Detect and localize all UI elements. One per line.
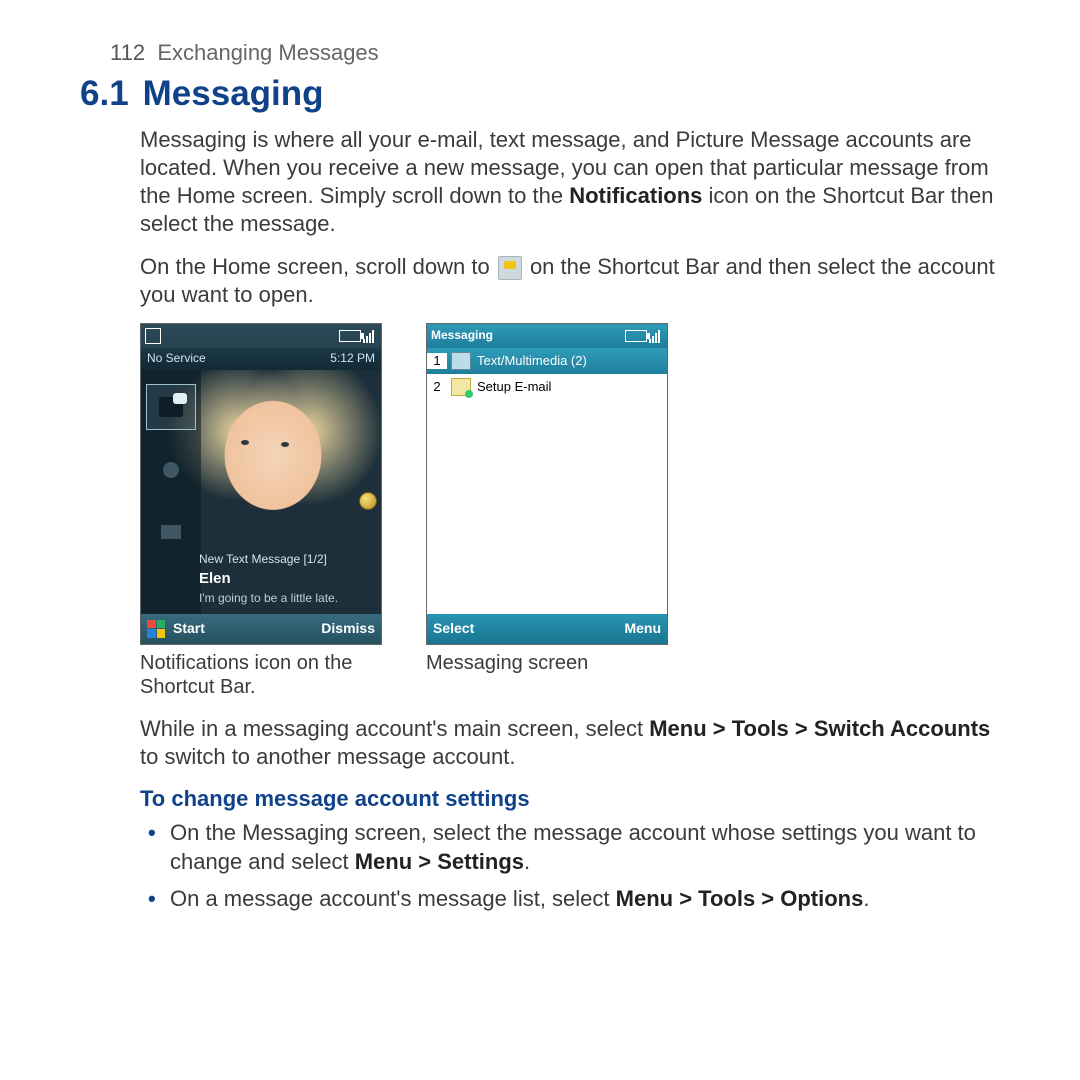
notification-preview: New Text Message [1/2] Elen I'm going to… (199, 552, 377, 606)
battery-icon (339, 330, 361, 342)
device-icon (145, 328, 161, 344)
phone1-statusbar: No Service 5:12 PM (141, 348, 381, 370)
text-message-icon (451, 352, 471, 370)
figure2-caption: Messaging screen (426, 651, 676, 675)
row-label: Text/Multimedia (2) (475, 353, 667, 370)
softkey-select[interactable]: Select (433, 620, 547, 638)
row-index: 1 (427, 353, 447, 370)
page-number: 112 (110, 40, 145, 65)
figure1-caption: Notifications icon on the Shortcut Bar. (140, 651, 390, 699)
phone2-titlebar: Messaging (427, 324, 667, 348)
notification-sender: Elen (199, 569, 377, 588)
phone2-softkeys: Select Menu (427, 614, 667, 644)
shortcut-bar (141, 370, 201, 614)
screen-title: Messaging (431, 328, 493, 343)
section-title: Messaging (143, 74, 324, 113)
notifications-icon[interactable] (146, 384, 196, 430)
paragraph-3: While in a messaging account's main scre… (140, 715, 1000, 771)
softkey-start[interactable]: Start (173, 620, 274, 638)
signal-icon (649, 329, 663, 343)
softkey-dismiss[interactable]: Dismiss (274, 620, 375, 638)
section-heading: 6.1 Messaging (80, 74, 1000, 114)
email-setup-icon (451, 378, 471, 396)
bullet-item: On a message account's message list, sel… (170, 885, 1000, 914)
shortcut-slot[interactable] (147, 448, 195, 492)
notification-body: I'm going to be a little late. (199, 591, 377, 606)
figure-messaging-screen: Messaging 1 Text/Multimedia (2) (426, 323, 676, 699)
row-index: 2 (427, 379, 447, 396)
section-number: 6.1 (80, 74, 129, 113)
clock: 5:12 PM (330, 351, 375, 366)
shortcut-slot[interactable] (147, 510, 195, 554)
row-label: Setup E-mail (475, 379, 667, 396)
phone1-body: New Text Message [1/2] Elen I'm going to… (141, 370, 381, 614)
phone1-softkeys: Start Dismiss (141, 614, 381, 644)
paragraph-2: On the Home screen, scroll down to on th… (140, 253, 1000, 309)
figure-home-screen: No Service 5:12 PM New Text Message [1/2… (140, 323, 390, 699)
messaging-shortcut-icon (498, 256, 522, 280)
list-item[interactable]: 2 Setup E-mail (427, 374, 667, 400)
phone1-titlebar (141, 324, 381, 348)
softkey-menu[interactable]: Menu (547, 620, 661, 638)
subheading: To change message account settings (140, 785, 1000, 813)
settings-bullets: On the Messaging screen, select the mess… (140, 819, 1000, 913)
scroll-indicator-icon (359, 492, 377, 510)
chapter-name: Exchanging Messages (157, 40, 378, 65)
paragraph-1: Messaging is where all your e-mail, text… (140, 126, 1000, 239)
windows-icon[interactable] (147, 620, 165, 638)
signal-icon (363, 329, 377, 343)
battery-icon (625, 330, 647, 342)
service-status: No Service (147, 351, 206, 366)
messaging-list: 1 Text/Multimedia (2) 2 Setup E-mail (427, 348, 667, 614)
notification-title: New Text Message [1/2] (199, 552, 377, 567)
list-item[interactable]: 1 Text/Multimedia (2) (427, 348, 667, 374)
page-header: 112 Exchanging Messages (110, 40, 1000, 66)
bullet-item: On the Messaging screen, select the mess… (170, 819, 1000, 876)
